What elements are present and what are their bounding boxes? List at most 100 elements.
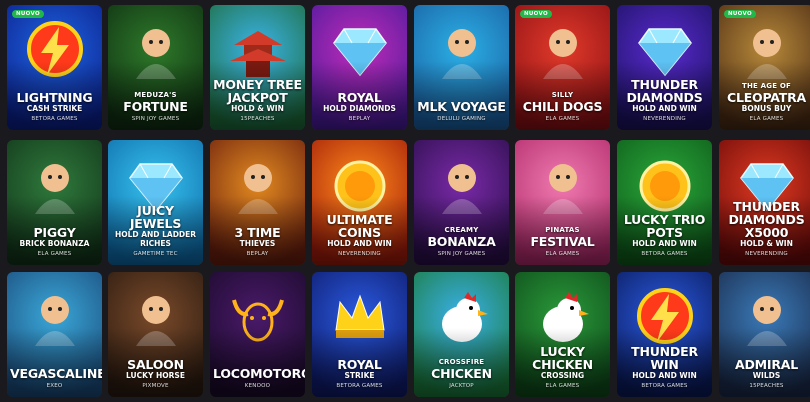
- game-tile-saloon-lucky-horse[interactable]: SALOON LUCKY HORSE PIXMOVE: [108, 272, 203, 397]
- game-provider: BETORA GAMES: [336, 383, 383, 389]
- game-provider: 15PEACHES: [749, 383, 784, 389]
- game-tile-piggy[interactable]: PIGGY BRICK BONANZA ELA GAMES: [7, 140, 102, 265]
- game-title: SALOON: [127, 357, 184, 372]
- game-subtitle: BONUS BUY: [741, 104, 792, 113]
- new-badge: NUOVO: [12, 10, 44, 18]
- game-tile-crossfire-chicken[interactable]: CROSSFIRE CHICKEN JACKTOP: [414, 272, 509, 397]
- game-title: LIGHTNING: [16, 90, 93, 105]
- game-title: LUCKY TRIO POTS: [623, 212, 706, 240]
- game-tile-mlk-voyage[interactable]: MLK VOYAGE DELULU GAMING: [414, 5, 509, 130]
- game-tile-vegascaline[interactable]: VEGASCALINE EXEO: [7, 272, 102, 397]
- game-tile-thunder-win[interactable]: THUNDER WIN HOLD AND WIN BETORA GAMES: [617, 272, 712, 397]
- game-subtitle: HOLD DIAMONDS: [323, 104, 396, 113]
- game-provider: BETORA GAMES: [641, 251, 688, 257]
- new-badge: NUOVO: [520, 10, 552, 18]
- game-tile-pinatas-festival[interactable]: PINATAS FESTIVAL ELA GAMES: [515, 140, 610, 265]
- game-subtitle: BRICK BONANZA: [19, 239, 90, 248]
- game-caption: PINATAS FESTIVAL ELA GAMES: [518, 226, 607, 258]
- game-caption: ULTIMATE COINS HOLD AND WIN NEVERENDING: [315, 213, 404, 258]
- game-title: CLEOPATRA: [726, 90, 807, 105]
- game-tile-ultimate-coins[interactable]: ULTIMATE COINS HOLD AND WIN NEVERENDING: [312, 140, 407, 265]
- game-caption: LIGHTNING CASH STRIKE BETORA GAMES: [10, 91, 99, 123]
- game-provider: ELA GAMES: [545, 251, 580, 257]
- game-caption: ROYAL HOLD DIAMONDS BEPLAY: [315, 91, 404, 123]
- game-tile-thunder-diamonds[interactable]: THUNDER DIAMONDS HOLD AND WIN NEVERENDING: [617, 5, 712, 130]
- game-caption: VEGASCALINE EXEO: [10, 366, 102, 390]
- game-title: VEGASCALINE: [10, 366, 102, 381]
- game-tile-locomotoro[interactable]: LOCOMOTORO KENOOO: [210, 272, 305, 397]
- game-tile-royal-strike[interactable]: ROYAL STRIKE BETORA GAMES: [312, 272, 407, 397]
- game-title: LOCOMOTORO: [213, 366, 305, 381]
- game-tile-meduza[interactable]: MEDUZA'S FORTUNE SPIN JOY GAMES: [108, 5, 203, 130]
- game-caption: LOCOMOTORO KENOOO: [213, 366, 305, 390]
- game-tile-3-time-thieves[interactable]: 3 TIME THIEVES BEPLAY: [210, 140, 305, 265]
- game-tile-royal-diamonds[interactable]: ROYAL HOLD DIAMONDS BEPLAY: [312, 5, 407, 130]
- game-provider: ELA GAMES: [545, 383, 580, 389]
- game-title: FESTIVAL: [530, 234, 595, 249]
- game-title: THUNDER DIAMONDS: [626, 77, 703, 105]
- game-subtitle: WILDS: [752, 371, 781, 380]
- game-title: BONANZA: [427, 234, 496, 249]
- game-provider: JACKTOP: [449, 383, 474, 389]
- game-title: ROYAL: [337, 357, 382, 372]
- game-subtitle: HOLD & WIN: [740, 239, 793, 248]
- game-subtitle: HOLD AND WIN: [632, 371, 697, 380]
- game-subtitle: HOLD AND WIN: [632, 239, 697, 248]
- game-title: CHILI DOGS: [522, 99, 603, 114]
- game-provider: ELA GAMES: [37, 251, 72, 257]
- game-caption: THUNDER WIN HOLD AND WIN BETORA GAMES: [620, 345, 709, 390]
- game-subtitle: CROSSING: [540, 371, 585, 380]
- game-provider: EXEO: [46, 383, 63, 389]
- game-provider: NEVERENDING: [643, 116, 686, 122]
- game-tile-admiral-wilds[interactable]: ADMIRAL WILDS 15PEACHES: [719, 272, 810, 397]
- game-caption: 3 TIME THIEVES BEPLAY: [213, 226, 302, 258]
- game-tile-lightning[interactable]: NUOVO LIGHTNING CASH STRIKE BETORA GAMES: [7, 5, 102, 130]
- game-tile-chili-dogs[interactable]: NUOVO SILLY CHILI DOGS ELA GAMES: [515, 5, 610, 130]
- game-caption: PIGGY BRICK BONANZA ELA GAMES: [10, 226, 99, 258]
- game-tile-lucky-chicken[interactable]: LUCKY CHICKEN CROSSING ELA GAMES: [515, 272, 610, 397]
- game-title: THUNDER WIN: [631, 344, 698, 372]
- game-caption: LUCKY CHICKEN CROSSING ELA GAMES: [518, 345, 607, 390]
- game-caption: ROYAL STRIKE BETORA GAMES: [315, 358, 404, 390]
- game-caption: THUNDER DIAMONDS HOLD AND WIN NEVERENDING: [620, 78, 709, 123]
- game-provider: PIXMOVE: [142, 383, 169, 389]
- game-provider: BEPLAY: [246, 251, 269, 257]
- game-caption: CROSSFIRE CHICKEN JACKTOP: [417, 358, 506, 390]
- game-provider: SPIN JOY GAMES: [131, 116, 180, 122]
- game-provider: BETORA GAMES: [641, 383, 688, 389]
- game-provider: DELULU GAMING: [437, 116, 486, 122]
- game-grid: NUOVO LIGHTNING CASH STRIKE BETORA GAMES MED…: [0, 0, 810, 402]
- game-caption: JUICY JEWELS HOLD AND LADDER RICHES GAMETI…: [111, 204, 200, 258]
- game-tile-lucky-trio-pots[interactable]: LUCKY TRIO POTS HOLD AND WIN BETORA GAMES: [617, 140, 712, 265]
- game-subtitle: HOLD & WIN: [231, 104, 284, 113]
- game-tile-money-tree[interactable]: MONEY TREE JACKPOT HOLD & WIN 15PEACHES: [210, 5, 305, 130]
- game-subtitle: HOLD AND WIN: [327, 239, 392, 248]
- game-caption: MONEY TREE JACKPOT HOLD & WIN 15PEACHES: [213, 78, 302, 123]
- game-title: FORTUNE: [123, 99, 188, 114]
- game-provider: BETORA GAMES: [31, 116, 78, 122]
- game-title: CHICKEN: [431, 366, 492, 381]
- game-caption: ADMIRAL WILDS 15PEACHES: [722, 358, 810, 390]
- game-title: MONEY TREE JACKPOT: [213, 77, 302, 105]
- game-tile-thunder-diamonds-x5000[interactable]: THUNDER DIAMONDS X5000 HOLD & WIN NEVEREND…: [719, 140, 810, 265]
- game-tile-cleopatra[interactable]: NUOVO THE AGE OF CLEOPATRA BONUS BUY ELA GAM…: [719, 5, 810, 130]
- game-provider: BEPLAY: [348, 116, 371, 122]
- game-title: ULTIMATE COINS: [326, 212, 393, 240]
- game-title: JUICY JEWELS: [129, 203, 182, 231]
- game-title: PIGGY: [33, 225, 76, 240]
- game-tile-creamy-bonanza[interactable]: CREAMY BONANZA SPIN JOY GAMES: [414, 140, 509, 265]
- game-caption: SILLY CHILI DOGS ELA GAMES: [518, 91, 607, 123]
- game-tile-juicy-jewels[interactable]: JUICY JEWELS HOLD AND LADDER RICHES GAMETI…: [108, 140, 203, 265]
- game-subtitle: HOLD AND LADDER RICHES: [114, 230, 197, 248]
- game-caption: MEDUZA'S FORTUNE SPIN JOY GAMES: [111, 91, 200, 123]
- game-provider: GAMETIME TEC: [133, 251, 178, 257]
- game-subtitle: HOLD AND WIN: [632, 104, 697, 113]
- game-caption: THE AGE OF CLEOPATRA BONUS BUY ELA GAMES: [722, 82, 810, 123]
- game-subtitle: CASH STRIKE: [26, 104, 83, 113]
- game-provider: ELA GAMES: [545, 116, 580, 122]
- game-caption: LUCKY TRIO POTS HOLD AND WIN BETORA GAMES: [620, 213, 709, 258]
- game-provider: NEVERENDING: [338, 251, 381, 257]
- game-title: MLK VOYAGE: [417, 99, 506, 114]
- game-provider: ELA GAMES: [749, 116, 784, 122]
- game-subtitle: STRIKE: [344, 371, 375, 380]
